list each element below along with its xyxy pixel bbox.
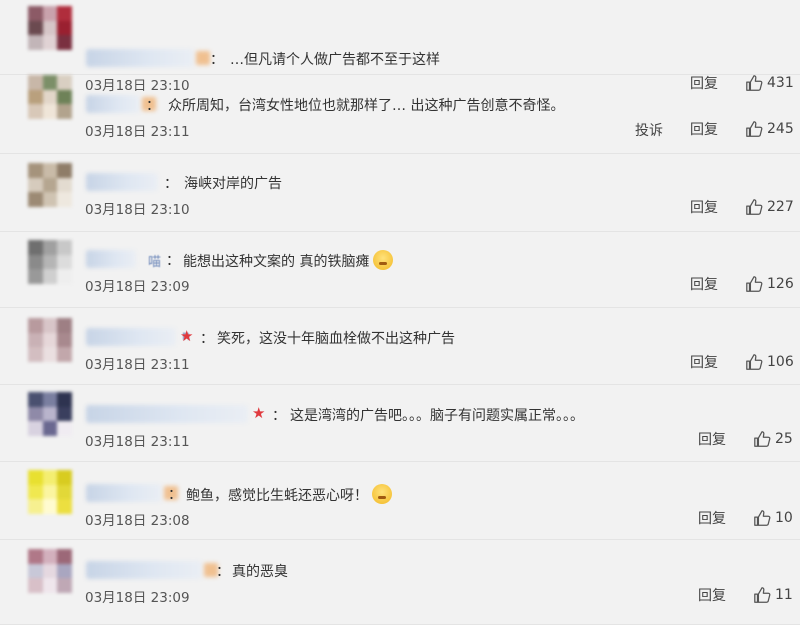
comment-text: …但凡请个人做广告都不至于这样 [230,49,440,69]
like-count: 245 [767,121,794,137]
reply-button[interactable]: 回复 [690,119,718,139]
avatar[interactable] [28,163,72,207]
comment-text: 真的恶臭 [232,561,288,581]
like-count: 10 [775,510,793,526]
thumbs-up-icon [754,587,771,603]
username[interactable] [86,250,136,268]
like-button[interactable]: 126 [745,274,794,294]
comment-text-content: 鲍鱼，感觉比生蚝还恶心呀！ [186,488,368,504]
username[interactable] [86,328,176,346]
comment-text: 笑死，这没十年脑血栓做不出这种广告 [217,328,455,348]
like-button[interactable]: 11 [753,585,793,605]
comment-text: 鲍鱼，感觉比生蚝还恶心呀！ [186,484,392,505]
comment-text-content: 海峡对岸的广告 [184,176,282,192]
comment-text: 能想出这种文案的 真的铁脑瘫 [183,250,394,271]
reply-button[interactable]: 回复 [698,585,726,605]
emoji-icon [373,250,394,270]
timestamp: 03月18日 23:09 [85,279,190,295]
comment-item: ： 海峡对岸的广告 03月18日 23:10 回复 227 [0,155,800,232]
comment-item: ：鲍鱼，感觉比生蚝还恶心呀！ 03月18日 23:08 回复 10 [0,463,800,540]
comment-item: ： 众所周知，台湾女性地位也就那样了… 出这种广告创意不奇怪。 03月18日 23:… [0,75,800,154]
report-button[interactable]: 投诉 [635,120,663,140]
avatar[interactable] [28,6,72,50]
username[interactable] [86,173,158,191]
avatar[interactable] [28,392,72,436]
reply-button[interactable]: 回复 [698,508,726,528]
avatar[interactable] [28,470,72,514]
timestamp: 03月18日 23:08 [85,513,190,529]
thumbs-up-icon [746,276,763,292]
colon-separator: ： [168,487,182,503]
colon-separator: ： [200,331,214,347]
avatar[interactable] [28,318,72,362]
star-icon: ★ [180,327,194,345]
comment-text-content: 能想出这种文案的 真的铁脑瘫 [183,254,370,270]
comment-list: ： …但凡请个人做广告都不至于这样 03月18日 23:10 回复 431：众所周知，台… [0,0,800,625]
colon-separator: ： [146,98,160,114]
thumbs-up-icon [746,354,763,370]
comment-text-content: …但凡请个人做广告都不至于这样 [230,52,440,68]
comment-text-content: 众所周知，台湾女性地位也就那样了… 出这种广告创意不奇怪。 [168,98,565,114]
thumbs-up-icon [754,510,771,526]
colon-separator: ： [216,564,230,580]
colon-separator: ： [166,253,180,269]
avatar[interactable] [28,549,72,593]
comment-item: 喵 ：能想出这种文案的 真的铁脑瘫 03月18日 23:09 回复 126 [0,233,800,308]
timestamp: 03月18日 23:11 [85,357,190,373]
colon-separator: ： [272,408,286,424]
comment-item: ：真的恶臭 03月18日 23:09 回复 11 [0,541,800,625]
username[interactable] [86,49,210,67]
like-button[interactable]: 227 [745,197,794,217]
comment-item: ★ ：这是湾湾的广告吧。。。脑子有问题实属正常。。。 03月18日 23:11 回复 2… [0,386,800,462]
username-suffix: 喵 [148,255,162,270]
thumbs-up-icon [746,199,763,215]
username[interactable] [86,484,178,502]
like-count: 126 [767,276,794,292]
comment-item: n ★：笑死，这没十年脑血栓做不出这种广告 03月18日 23:11 回复 106 [0,309,800,385]
reply-button[interactable]: 回复 [690,274,718,294]
comment-item: ： …但凡请个人做广告都不至于这样 03月18日 23:10 回复 431 [0,0,800,94]
comment-text-content: 真的恶臭 [232,564,288,580]
colon-separator: ： [164,176,178,192]
colon-separator: ： [210,52,224,68]
comment-text: 海峡对岸的广告 [184,173,282,193]
like-button[interactable]: 10 [753,508,793,528]
reply-button[interactable]: 回复 [690,197,718,217]
thumbs-up-icon [754,431,771,447]
emoji-icon [372,484,392,504]
like-button[interactable]: 106 [745,352,794,372]
avatar[interactable] [28,240,72,284]
username[interactable] [86,405,248,423]
like-count: 106 [767,354,794,370]
like-count: 227 [767,199,794,215]
comment-text: 众所周知，台湾女性地位也就那样了… 出这种广告创意不奇怪。 [168,95,564,115]
comment-text-content: 这是湾湾的广告吧。。。脑子有问题实属正常。。。 [290,408,584,424]
timestamp: 03月18日 23:10 [85,202,190,218]
comment-text: 这是湾湾的广告吧。。。脑子有问题实属正常。。。 [290,405,584,425]
reply-button[interactable]: 回复 [690,352,718,372]
comment-text-content: 笑死，这没十年脑血栓做不出这种广告 [217,331,455,347]
like-count: 11 [775,587,793,603]
timestamp: 03月18日 23:09 [85,590,190,606]
reply-button[interactable]: 回复 [698,429,726,449]
like-button[interactable]: 25 [753,429,793,449]
thumbs-up-icon [746,121,763,137]
timestamp: 03月18日 23:11 [85,124,190,140]
username[interactable] [86,95,156,113]
username[interactable] [86,561,218,579]
star-icon: ★ [252,404,266,422]
avatar[interactable] [28,75,72,119]
like-button[interactable]: 245 [745,119,794,139]
like-count: 25 [775,431,793,447]
timestamp: 03月18日 23:11 [85,434,190,450]
